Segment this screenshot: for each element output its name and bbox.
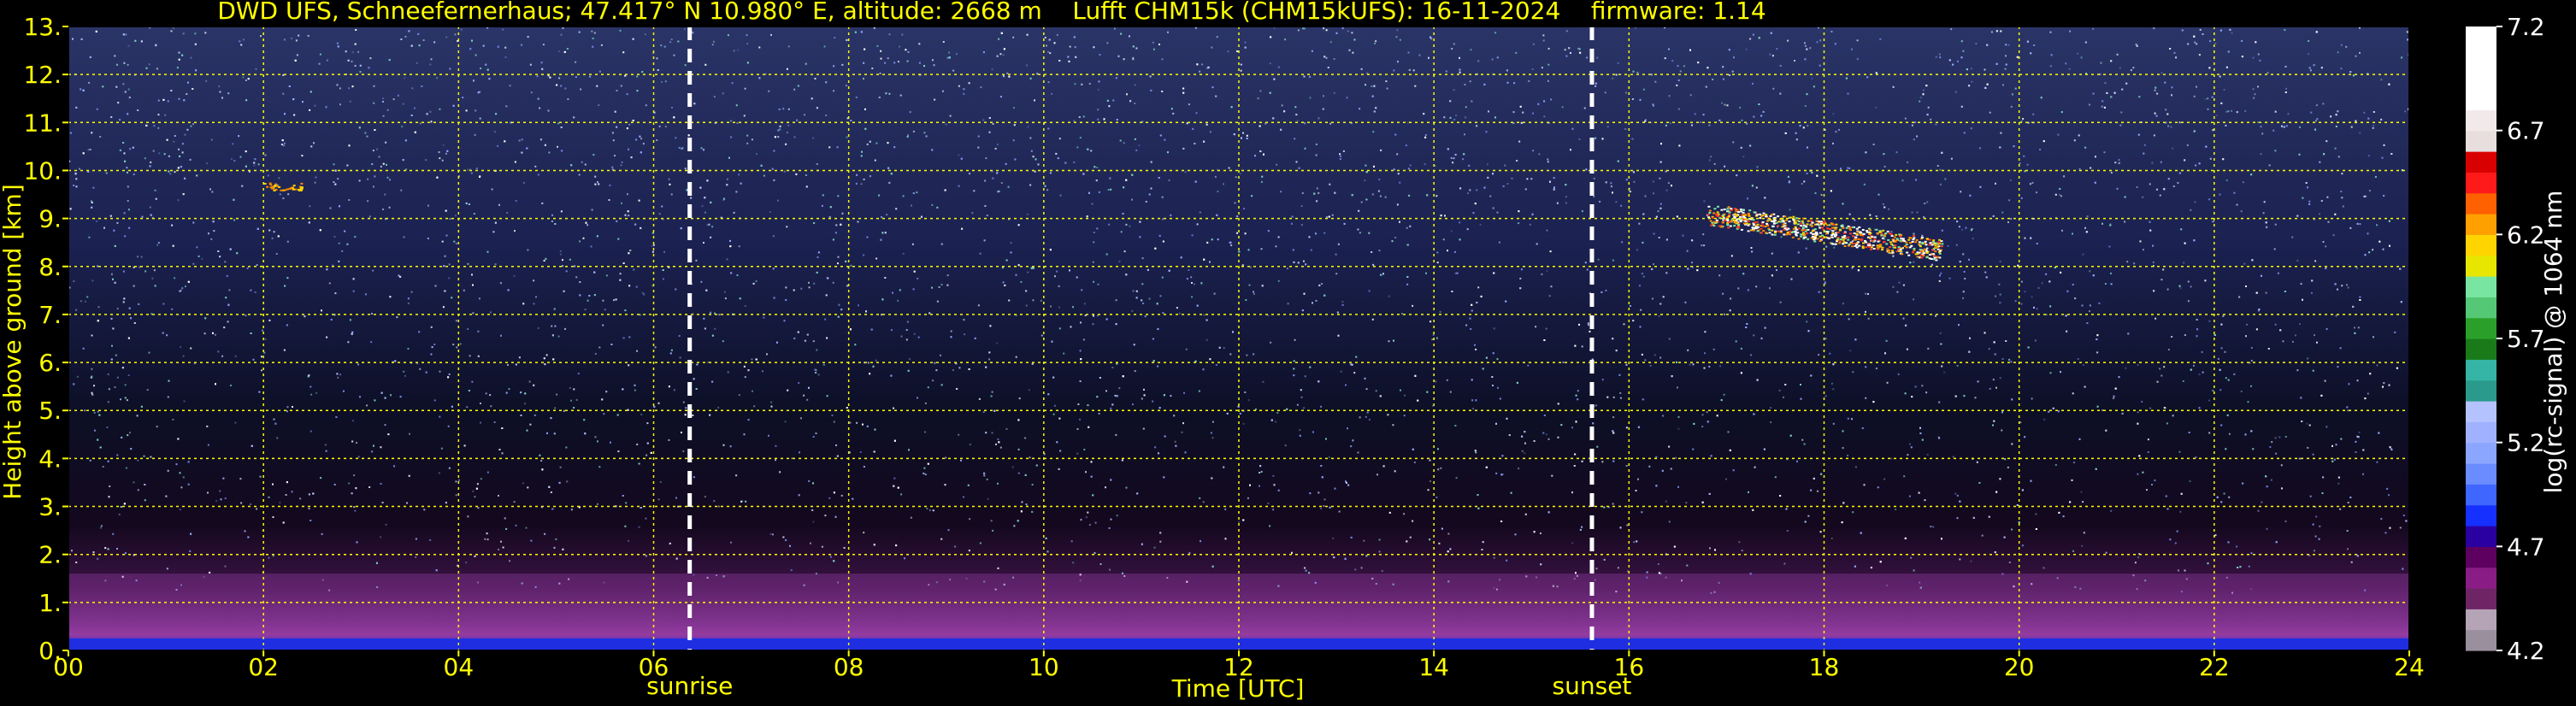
y-tick-label: 0.	[38, 637, 62, 665]
colorbar-segment	[2466, 317, 2496, 339]
y-tick-label: 5.	[38, 397, 62, 425]
colorbar-segment	[2466, 421, 2496, 444]
chart-title: DWD UFS, Schneefernerhaus; 47.417° N 10.…	[217, 0, 1765, 25]
colorbar-segment	[2466, 26, 2496, 48]
y-tick-label: 1.	[38, 589, 62, 617]
y-axis-label: Height above ground [km]	[0, 184, 27, 500]
y-tick-label: 11.	[23, 109, 62, 137]
y-tick-label: 9.	[38, 205, 62, 233]
colorbar-segment	[2466, 629, 2496, 651]
colorbar-segment	[2466, 463, 2496, 485]
x-tick-label: 22	[2199, 653, 2230, 681]
colorbar-segment	[2466, 359, 2496, 381]
x-axis-label: Time [UTC]	[1171, 674, 1305, 703]
colorbar-segment	[2466, 255, 2496, 277]
x-tick-label: 16	[1614, 653, 1645, 681]
colorbar-segment	[2466, 47, 2496, 69]
colorbar-tick-label: 4.7	[2507, 532, 2545, 561]
colorbar-segment	[2466, 151, 2496, 173]
colorbar-segment	[2466, 89, 2496, 110]
y-tick-label: 3.	[38, 493, 62, 521]
colorbar-segment	[2466, 401, 2496, 422]
x-tick-label: 02	[248, 653, 279, 681]
y-tick-label: 10.	[23, 156, 62, 185]
colorbar-segment	[2466, 609, 2496, 631]
colorbar-segment	[2466, 192, 2496, 215]
x-tick-label: 20	[2004, 653, 2035, 681]
colorbar-segment	[2466, 234, 2496, 256]
x-tick-label: 08	[834, 653, 864, 681]
colorbar-segment	[2466, 297, 2496, 319]
colorbar-label: log(rc-signal) @ 1064 nm	[2539, 191, 2567, 494]
y-tick-label: 4.	[38, 444, 62, 473]
y-tick-label: 7.	[38, 301, 62, 329]
colorbar-segment	[2466, 567, 2496, 589]
colorbar-tick-label: 4.2	[2507, 637, 2545, 665]
colorbar-segment	[2466, 276, 2496, 297]
colorbar-segment	[2466, 504, 2496, 527]
colorbar-segment	[2466, 526, 2496, 547]
y-tick-label: 12.	[23, 61, 62, 89]
x-tick-label: 14	[1418, 653, 1449, 681]
y-tick-label: 13.	[23, 13, 62, 41]
colorbar-segment	[2466, 130, 2496, 152]
colorbar-segment	[2466, 214, 2496, 235]
x-tick-label: 18	[1809, 653, 1840, 681]
colorbar-segment	[2466, 442, 2496, 464]
x-tick-label: 10	[1029, 653, 1059, 681]
colorbar-segment	[2466, 484, 2496, 506]
x-tick-label: 04	[444, 653, 475, 681]
y-tick-label: 8.	[38, 253, 62, 281]
colorbar-segment	[2466, 588, 2496, 609]
x-tick-label: 24	[2394, 653, 2425, 681]
colorbar-segment	[2466, 68, 2496, 90]
colorbar-segment	[2466, 546, 2496, 568]
y-tick-label: 6.	[38, 349, 62, 377]
colorbar-segment	[2466, 109, 2496, 132]
ceilometer-plot: sunrise sunset 00 02 04 06 08 10 12 14 16 18 20 22 24…	[0, 0, 2576, 706]
colorbar-tick-label: 7.2	[2507, 13, 2545, 41]
colorbar-segment	[2466, 338, 2496, 360]
x-tick-label: 06	[639, 653, 669, 681]
y-tick-label: 2.	[38, 541, 62, 569]
colorbar-segment	[2466, 172, 2496, 194]
colorbar-segment	[2466, 379, 2496, 402]
colorbar-tick-label: 6.7	[2507, 117, 2545, 145]
